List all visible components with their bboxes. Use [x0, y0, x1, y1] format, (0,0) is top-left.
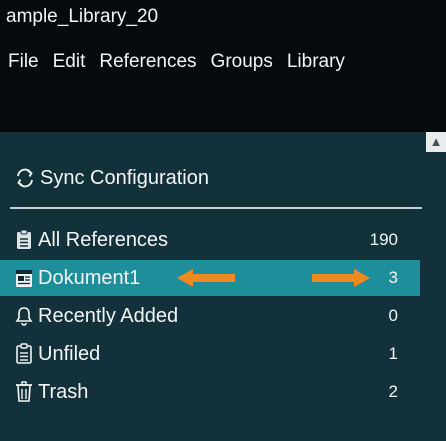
group-all-references[interactable]: All References 190 [0, 222, 420, 258]
bell-icon [15, 307, 33, 326]
group-count: 190 [369, 230, 398, 249]
arrow-left-icon [177, 269, 235, 287]
menu-library[interactable]: Library [287, 36, 345, 88]
divider [10, 207, 422, 209]
endnote-window: ample_Library_20 File Edit References Group… [0, 0, 446, 441]
document-group-icon [16, 270, 32, 287]
group-label: Unfiled [38, 342, 101, 365]
sync-configuration-item[interactable]: Sync Configuration [14, 162, 209, 194]
scroll-up-icon[interactable]: ▲ [426, 132, 446, 152]
toolbar-area [0, 88, 446, 132]
group-count: 0 [388, 306, 398, 325]
menu-bar: File Edit References Groups Library [0, 36, 446, 88]
arrow-right-icon [312, 269, 370, 287]
group-label: Trash [38, 380, 89, 403]
sync-configuration-label: Sync Configuration [40, 166, 209, 189]
group-count: 3 [388, 268, 398, 287]
group-recently-added[interactable]: Recently Added 0 [0, 298, 420, 334]
group-count: 1 [388, 344, 398, 363]
clipboard-icon [17, 229, 31, 249]
menu-references[interactable]: References [99, 36, 196, 88]
menu-file[interactable]: File [8, 36, 39, 88]
group-unfiled[interactable]: Unfiled 1 [0, 336, 420, 372]
group-trash[interactable]: Trash 2 [0, 374, 420, 410]
trash-icon [16, 381, 32, 402]
group-label: All References [38, 228, 169, 251]
clipboard-icon [16, 343, 32, 364]
menu-groups[interactable]: Groups [211, 36, 273, 88]
group-label: Dokument1 [38, 266, 141, 289]
group-label: Recently Added [38, 304, 179, 327]
window-title: ample_Library_20 [0, 0, 446, 36]
menu-edit[interactable]: Edit [53, 36, 86, 88]
group-count: 2 [388, 382, 398, 401]
sync-icon [17, 168, 33, 188]
